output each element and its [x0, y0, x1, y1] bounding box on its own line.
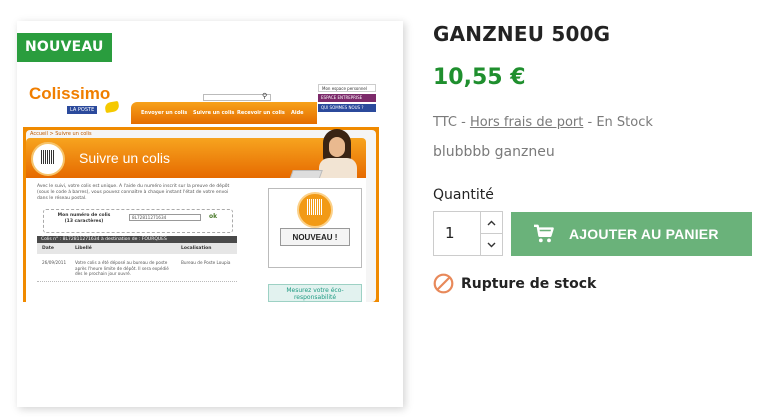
- tracking-table-columns: Date Libellé Localisation: [37, 243, 237, 254]
- table-row: 26/09/2011 Votre colis a été déposé au b…: [37, 256, 237, 282]
- product-title: GANZNEU 500G: [433, 22, 611, 46]
- availability-status: Rupture de stock: [433, 273, 596, 294]
- quantity-field[interactable]: 1: [433, 211, 481, 256]
- shipping-link[interactable]: Hors frais de port: [470, 115, 583, 130]
- column-localisation: Localisation: [181, 246, 212, 251]
- side-button: QUI SOMMES NOUS ?: [318, 104, 376, 112]
- search-icon: ⚲: [262, 92, 268, 100]
- chevron-down-icon: [487, 242, 496, 247]
- add-to-cart-button[interactable]: AJOUTER AU PANIER: [511, 212, 752, 256]
- barcode-icon: [41, 150, 55, 164]
- colissimo-breadcrumb: Accueil > Suivre un colis: [30, 131, 92, 137]
- colissimo-page-title: Suivre un colis: [79, 150, 171, 166]
- cart-icon: [533, 224, 555, 244]
- row-libelle: Votre colis a été déposé au bureau de po…: [75, 260, 169, 276]
- row-date: 26/09/2011: [42, 260, 67, 265]
- la-poste-label: LA POSTE: [67, 106, 98, 114]
- ban-icon: [433, 273, 454, 294]
- eco-banner: Mesurez votre éco-responsabilité: [268, 284, 362, 302]
- tracking-number-field: 8L72811271634: [129, 214, 201, 221]
- tracking-ok-button: ok: [209, 213, 218, 220]
- intro-text: Avec le suivi, votre colis est unique. A…: [37, 184, 230, 201]
- side-button: ESPACE ENTREPRISE: [318, 94, 376, 102]
- ad-barcode-icon: [307, 199, 323, 215]
- nav-item: Aide: [291, 110, 304, 116]
- woman-face: [329, 137, 345, 157]
- row-localisation: Bureau de Poste Loupia: [181, 260, 231, 265]
- quantity-label: Quantité: [433, 187, 494, 203]
- side-button: Mon espace personnel: [318, 84, 376, 92]
- product-description: blubbbb ganzneu: [433, 144, 555, 160]
- nav-item: Suivre un colis: [193, 110, 235, 116]
- stock-info: - En Stock: [583, 115, 653, 130]
- tax-shipping-info: TTC - Hors frais de port - En Stock: [433, 115, 653, 130]
- product-image: Colissimo LA POSTE ⚲ Envoyer un colis Su…: [23, 82, 379, 302]
- colissimo-search: [203, 94, 271, 101]
- tracking-form-label: Mon numéro de colis (13 caractères): [57, 213, 111, 224]
- product-price: 10,55 €: [433, 65, 526, 90]
- new-badge: NOUVEAU: [17, 33, 112, 62]
- tax-label: TTC -: [433, 115, 470, 130]
- nav-item: Envoyer un colis: [141, 110, 188, 116]
- nav-item: Recevoir un colis: [237, 110, 285, 116]
- tracking-table-header: Colis n° : 8L72811271634 à destination d…: [37, 236, 237, 243]
- chevron-up-icon: [487, 220, 496, 225]
- column-date: Date: [42, 246, 54, 251]
- column-libelle: Libellé: [75, 246, 92, 251]
- add-to-cart-label: AJOUTER AU PANIER: [569, 226, 719, 242]
- woman-body: [319, 158, 357, 180]
- colissimo-logo: Colissimo: [29, 84, 111, 103]
- availability-label: Rupture de stock: [461, 275, 597, 292]
- quantity-increase-button[interactable]: [480, 211, 503, 234]
- ad-label: NOUVEAU !: [280, 228, 350, 246]
- quantity-decrease-button[interactable]: [480, 233, 503, 256]
